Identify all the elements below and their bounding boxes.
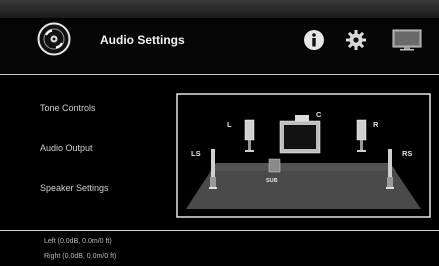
menu-item-speaker-settings[interactable]: Speaker Settings xyxy=(40,183,109,193)
gear-icon[interactable] xyxy=(345,28,367,52)
app-window: Audio Settings Tone Controls Audio Outpu… xyxy=(0,0,439,266)
speaker-label-left: L xyxy=(227,120,232,129)
info-icon[interactable] xyxy=(303,28,325,52)
page-title: Audio Settings xyxy=(100,33,185,47)
disc-icon xyxy=(37,22,71,56)
speaker-subwoofer xyxy=(268,158,281,173)
speaker-label-left-surround: LS xyxy=(191,149,201,158)
display-icon[interactable] xyxy=(392,28,422,52)
speaker-label-center: C xyxy=(316,110,322,119)
menu-item-audio-output[interactable]: Audio Output xyxy=(40,143,93,153)
speaker-label-right-surround: RS xyxy=(402,149,412,158)
speaker-label-subwoofer: SUB xyxy=(266,178,278,184)
header-divider xyxy=(0,74,439,75)
speaker-label-right: R xyxy=(373,120,379,129)
footer-divider xyxy=(0,230,439,231)
status-line-left: Left (0.0dB, 0.0m/0 ft) xyxy=(44,238,112,245)
top-bar xyxy=(0,0,439,18)
menu-item-tone-controls[interactable]: Tone Controls xyxy=(40,103,96,113)
status-line-right: Right (0.0dB, 0.0m/0 ft) xyxy=(44,253,117,260)
speaker-layout-panel[interactable]: L C R LS RS SUB xyxy=(176,93,431,218)
